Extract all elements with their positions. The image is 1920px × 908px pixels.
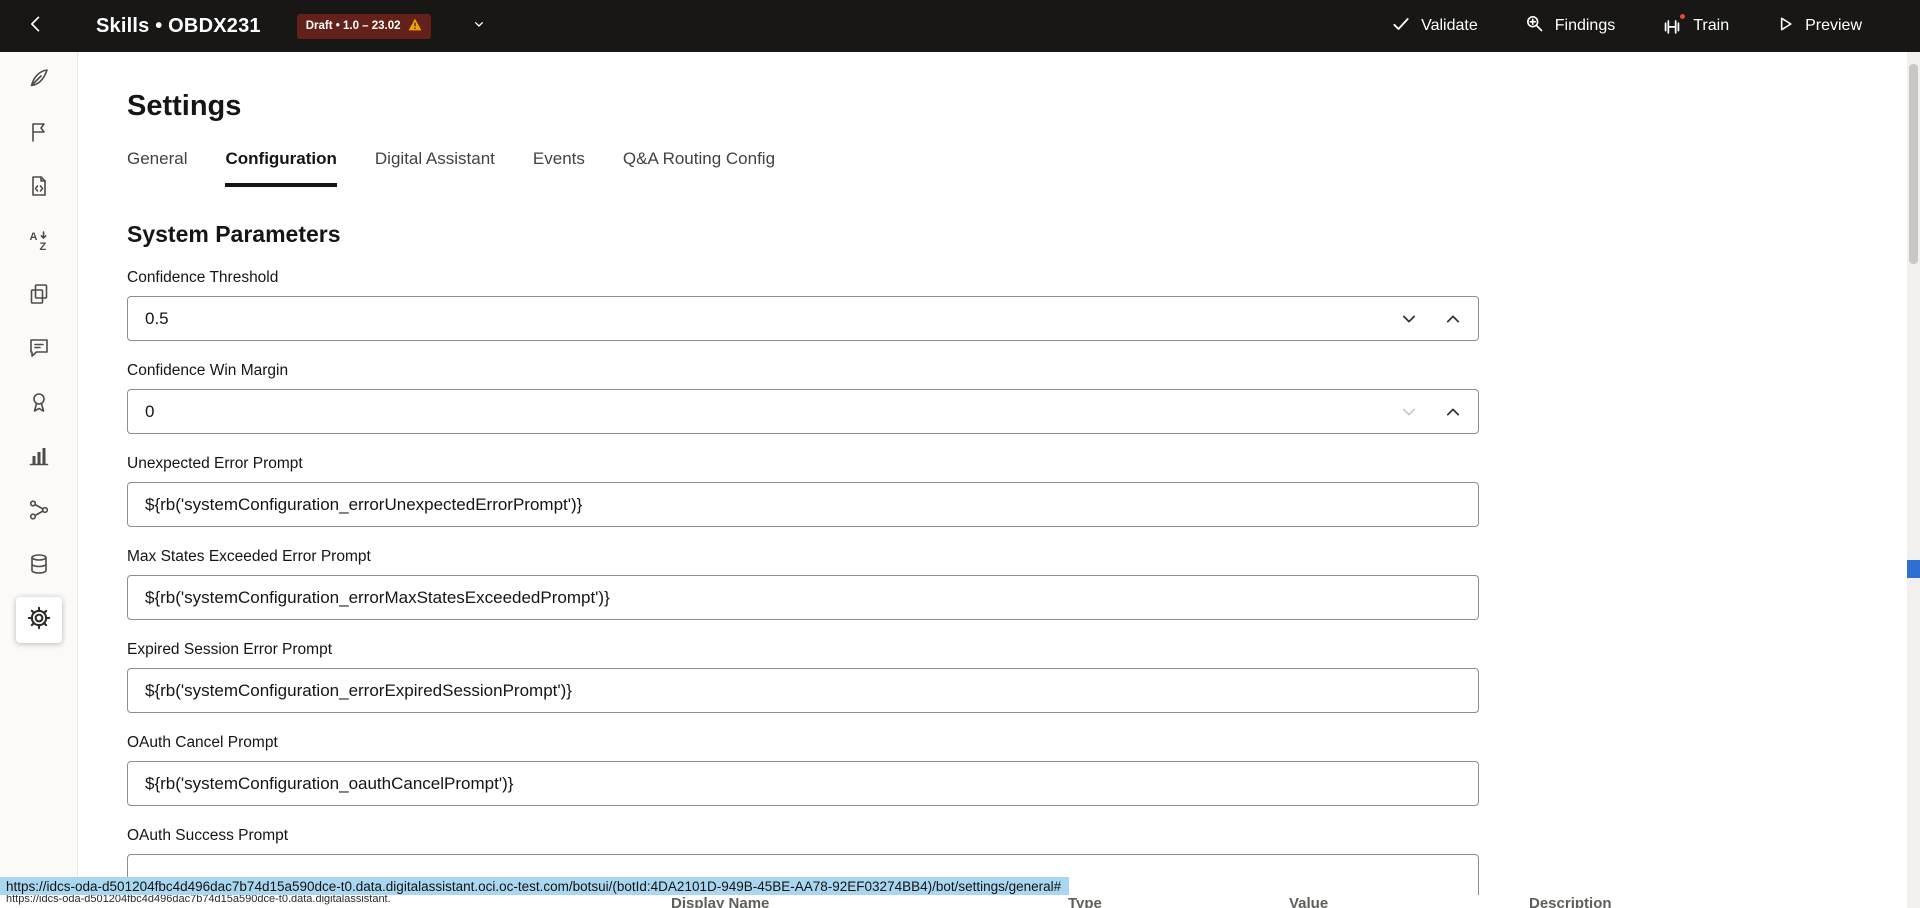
- table-header-display-name: Display Name: [671, 895, 770, 908]
- step-up-button[interactable]: [1443, 402, 1463, 422]
- confidence-win-margin-input[interactable]: [127, 389, 1479, 434]
- field-label: OAuth Success Prompt: [127, 827, 289, 844]
- field-confidence-win-margin: Confidence Win Margin: [127, 362, 1479, 434]
- settings-page: Settings General Configuration Digital A…: [79, 52, 1907, 908]
- field-label: Unexpected Error Prompt: [127, 455, 303, 472]
- field-label: Confidence Win Margin: [127, 362, 289, 379]
- svg-text:Z: Z: [39, 241, 46, 252]
- oauth-cancel-prompt-input[interactable]: [127, 761, 1479, 806]
- chart-icon: [27, 444, 51, 473]
- field-max-states-exceeded-error-prompt: Max States Exceeded Error Prompt: [127, 548, 1479, 620]
- tab-digital-assistant[interactable]: Digital Assistant: [375, 149, 495, 187]
- chat-icon: [27, 336, 51, 365]
- field-oauth-cancel-prompt: OAuth Cancel Prompt: [127, 734, 1479, 806]
- skill-title: Skills • OBDX231: [96, 14, 261, 37]
- sidebar-item-award[interactable]: [27, 392, 51, 416]
- sidebar-item-flag[interactable]: [27, 122, 51, 146]
- expired-session-error-prompt-input[interactable]: [127, 668, 1479, 713]
- copy-icon: [27, 282, 51, 311]
- table-header-type: Type: [1068, 895, 1102, 908]
- chevron-left-icon: [26, 14, 46, 39]
- browser-status-url: https://idcs-oda-d501204fbc4d496dac7b74d…: [0, 877, 1070, 895]
- translate-icon: A Z: [27, 228, 51, 257]
- field-label: Expired Session Error Prompt: [127, 641, 333, 658]
- svg-text:A: A: [29, 231, 37, 243]
- sidebar-item-chart[interactable]: [27, 446, 51, 470]
- train-button[interactable]: Train: [1661, 12, 1730, 37]
- confidence-threshold-input[interactable]: [127, 296, 1479, 341]
- preview-play-icon: [1775, 14, 1795, 39]
- step-up-button[interactable]: [1443, 309, 1463, 329]
- skill-menu-caret[interactable]: [471, 16, 487, 37]
- field-label: Max States Exceeded Error Prompt: [127, 548, 371, 565]
- validate-label: Validate: [1421, 17, 1478, 34]
- back-button[interactable]: [22, 12, 50, 40]
- page-title: Settings: [127, 90, 242, 122]
- field-label: OAuth Cancel Prompt: [127, 734, 278, 751]
- left-nav-rail: A Z: [0, 52, 78, 908]
- vertical-scrollbar[interactable]: [1907, 52, 1920, 908]
- sidebar-item-copy[interactable]: [27, 282, 51, 311]
- tab-configuration[interactable]: Configuration: [225, 149, 337, 187]
- gear-icon: [26, 605, 52, 636]
- warning-icon: [408, 18, 422, 34]
- tab-general[interactable]: General: [127, 149, 187, 187]
- topbar: Skills • OBDX231 Draft • 1.0 – 23.02 Val…: [0, 0, 1920, 52]
- max-states-exceeded-error-prompt-input[interactable]: [127, 575, 1479, 620]
- settings-tabs: General Configuration Digital Assistant …: [127, 149, 1907, 187]
- sidebar-item-quill[interactable]: [27, 68, 51, 92]
- topbar-actions: Validate Findings Train Preview: [1391, 12, 1862, 39]
- sidebar-item-database[interactable]: [27, 552, 51, 581]
- tab-qa-routing-config[interactable]: Q&A Routing Config: [623, 149, 775, 187]
- train-status-dot: [1678, 12, 1688, 21]
- findings-button[interactable]: Findings: [1524, 13, 1615, 39]
- field-label: Confidence Threshold: [127, 269, 279, 286]
- unexpected-error-prompt-input[interactable]: [127, 482, 1479, 527]
- clipped-url-text: https://idcs-oda-d501204fbc4d496dac7b74d…: [6, 895, 391, 905]
- field-expired-session-error-prompt: Expired Session Error Prompt: [127, 641, 1479, 713]
- train-label: Train: [1693, 17, 1730, 34]
- chevron-down-icon: [471, 16, 487, 37]
- quill-icon: [27, 66, 51, 95]
- field-unexpected-error-prompt: Unexpected Error Prompt: [127, 455, 1479, 527]
- award-icon: [27, 390, 51, 419]
- validate-button[interactable]: Validate: [1391, 14, 1478, 39]
- sidebar-item-chat[interactable]: [27, 338, 51, 362]
- preview-button[interactable]: Preview: [1775, 14, 1862, 39]
- sidebar-item-settings[interactable]: [15, 597, 62, 643]
- scrollbar-thumb[interactable]: [1909, 64, 1918, 264]
- tab-events[interactable]: Events: [533, 149, 585, 187]
- train-icon: [1661, 12, 1688, 37]
- section-title: System Parameters: [127, 221, 341, 247]
- sidebar-item-share[interactable]: [27, 498, 51, 527]
- sidebar-item-translate[interactable]: A Z: [27, 230, 51, 254]
- flag-icon: [27, 120, 51, 149]
- bottom-clipped-row: https://idcs-oda-d501204fbc4d496dac7b74d…: [0, 895, 1907, 908]
- table-header-description: Description: [1529, 895, 1612, 908]
- preview-label: Preview: [1805, 17, 1862, 34]
- findings-icon: [1524, 13, 1545, 39]
- table-header-value: Value: [1289, 895, 1329, 908]
- share-icon: [27, 498, 51, 527]
- database-icon: [27, 552, 51, 581]
- field-confidence-threshold: Confidence Threshold: [127, 269, 1479, 341]
- scroll-find-marker: [1907, 560, 1920, 578]
- step-down-button[interactable]: [1399, 309, 1419, 329]
- step-down-button-disabled[interactable]: [1399, 402, 1419, 422]
- findings-label: Findings: [1554, 17, 1616, 34]
- version-badge: Draft • 1.0 – 23.02: [296, 13, 431, 39]
- check-icon: [1391, 14, 1411, 39]
- sidebar-item-file-code[interactable]: [27, 174, 51, 203]
- file-code-icon: [27, 174, 51, 203]
- version-badge-label: Draft • 1.0 – 23.02: [305, 20, 401, 32]
